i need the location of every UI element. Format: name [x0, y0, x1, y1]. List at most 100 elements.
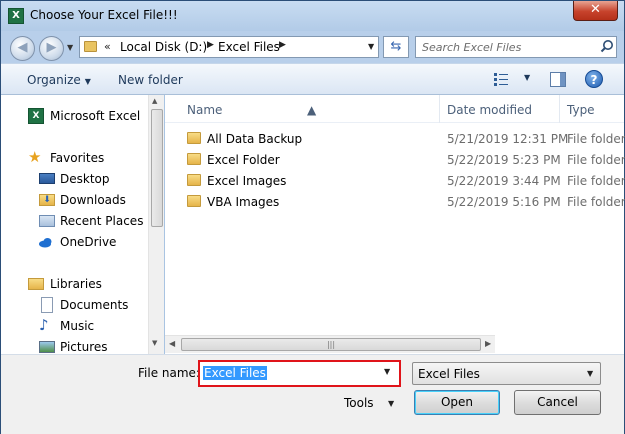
- folder-icon: [187, 174, 201, 186]
- help-icon[interactable]: ?: [585, 70, 603, 88]
- file-name-text-area: Excel Files: [203, 366, 377, 382]
- folder-icon: [187, 153, 201, 165]
- excel-app-icon: X: [8, 8, 24, 24]
- file-date: 5/22/2019 5:16 PM: [447, 195, 561, 209]
- file-name-input[interactable]: Excel Files ▼: [198, 360, 401, 387]
- file-type-value: Excel Files: [418, 367, 480, 381]
- navigation-pane: X Microsoft Excel ★ Favorites Desktop ⬇ …: [1, 95, 164, 354]
- nav-label: Downloads: [60, 193, 126, 207]
- column-header-type[interactable]: Type: [567, 103, 595, 117]
- new-folder-button[interactable]: New folder: [118, 73, 183, 87]
- nav-item-documents[interactable]: Documents: [1, 295, 149, 315]
- scroll-thumb[interactable]: [151, 109, 163, 227]
- desktop-icon: [39, 173, 55, 184]
- nav-item-downloads[interactable]: ⬇ Downloads: [1, 190, 149, 210]
- nav-vertical-scrollbar[interactable]: ▲ ▼: [148, 95, 164, 354]
- back-button[interactable]: ◀: [10, 36, 35, 61]
- overflow-chevron[interactable]: «: [104, 40, 111, 53]
- file-name-value[interactable]: Excel Files: [203, 366, 267, 380]
- file-name: All Data Backup: [207, 132, 303, 146]
- chevron-down-icon[interactable]: ▼: [384, 367, 390, 376]
- search-input[interactable]: [422, 39, 592, 55]
- pictures-icon: [39, 341, 55, 353]
- file-type: File folder: [567, 195, 625, 209]
- close-button[interactable]: ✕: [573, 1, 618, 21]
- file-dialog-window: X Choose Your Excel File!!! ✕ ◀ ▶ ▼ « Lo…: [0, 0, 625, 434]
- breadcrumb-local-disk[interactable]: Local Disk (D:): [120, 40, 207, 54]
- file-date: 5/22/2019 5:23 PM: [447, 153, 561, 167]
- scroll-down-icon[interactable]: ▼: [152, 339, 157, 347]
- file-row-all-data-backup[interactable]: All Data Backup 5/21/2019 12:31 PM File …: [165, 128, 625, 149]
- refresh-button[interactable]: ⇆: [383, 36, 409, 58]
- file-row-excel-folder[interactable]: Excel Folder 5/22/2019 5:23 PM File fold…: [165, 149, 625, 170]
- navigation-bar: ◀ ▶ ▼ « Local Disk (D:) ▶ Excel Files ▶ …: [1, 31, 624, 63]
- folder-icon: [84, 41, 97, 52]
- address-dropdown-icon[interactable]: ▼: [368, 42, 374, 51]
- change-view-icon[interactable]: [494, 72, 508, 86]
- breadcrumb-separator-icon[interactable]: ▶: [279, 40, 286, 50]
- breadcrumb-excel-files[interactable]: Excel Files: [218, 40, 280, 54]
- excel-icon: X: [28, 108, 44, 124]
- nav-item-favorites[interactable]: ★ Favorites: [1, 148, 149, 168]
- cancel-button[interactable]: Cancel: [514, 390, 601, 415]
- file-list-pane: ▲ Name Date modified Type All Data Backu…: [165, 95, 625, 354]
- nav-label: Recent Places: [60, 214, 144, 228]
- downloads-icon: ⬇: [39, 194, 55, 206]
- nav-label: Pictures: [60, 340, 108, 354]
- file-name: Excel Images: [207, 174, 287, 188]
- view-options-dropdown-icon[interactable]: ▼: [524, 73, 530, 82]
- documents-icon: [41, 297, 53, 313]
- nav-item-onedrive[interactable]: OneDrive: [1, 232, 149, 252]
- file-name-label: File name:: [138, 366, 200, 380]
- open-button[interactable]: Open: [414, 390, 500, 415]
- search-icon[interactable]: [598, 38, 616, 56]
- nav-item-desktop[interactable]: Desktop: [1, 169, 149, 189]
- file-row-excel-images[interactable]: Excel Images 5/22/2019 3:44 PM File fold…: [165, 170, 625, 191]
- recent-locations-dropdown-icon[interactable]: ▼: [67, 44, 75, 52]
- folder-icon: [187, 132, 201, 144]
- column-header-name[interactable]: Name: [187, 103, 222, 117]
- scroll-right-icon[interactable]: ▶: [485, 339, 491, 348]
- forward-button[interactable]: ▶: [39, 36, 64, 61]
- column-divider[interactable]: [559, 95, 560, 123]
- search-box[interactable]: [415, 36, 617, 58]
- nav-label: Microsoft Excel: [50, 109, 141, 123]
- organize-menu[interactable]: Organize ▼: [27, 73, 91, 87]
- nav-item-music[interactable]: ♪ Music: [1, 316, 149, 336]
- window-title: Choose Your Excel File!!!: [30, 8, 178, 22]
- file-row-vba-images[interactable]: VBA Images 5/22/2019 5:16 PM File folder: [165, 191, 625, 212]
- nav-label: Music: [60, 319, 95, 333]
- chevron-down-icon: ▼: [84, 77, 91, 86]
- nav-item-recent-places[interactable]: Recent Places: [1, 211, 149, 231]
- chevron-down-icon[interactable]: ▼: [388, 399, 394, 408]
- breadcrumb-separator-icon[interactable]: ▶: [207, 40, 214, 50]
- dialog-footer: File name: Excel Files ▼ Excel Files ▼ T…: [1, 354, 624, 434]
- address-bar[interactable]: « Local Disk (D:) ▶ Excel Files ▶ ▼: [79, 36, 379, 58]
- column-header-row: ▲ Name Date modified Type: [165, 95, 624, 123]
- file-type: File folder: [567, 132, 625, 146]
- command-toolbar: Organize ▼ New folder ▼ ?: [1, 63, 624, 95]
- scroll-left-icon[interactable]: ◀: [169, 339, 175, 348]
- file-type: File folder: [567, 153, 625, 167]
- nav-item-microsoft-excel[interactable]: X Microsoft Excel: [1, 106, 149, 126]
- organize-label: Organize: [27, 73, 81, 87]
- file-list-horizontal-scrollbar[interactable]: ◀ ||| ▶: [165, 335, 495, 353]
- nav-item-libraries[interactable]: Libraries: [1, 274, 149, 294]
- file-name: Excel Folder: [207, 153, 280, 167]
- recent-places-icon: [39, 215, 55, 227]
- nav-label: OneDrive: [60, 235, 117, 249]
- star-icon: ★: [28, 148, 42, 166]
- column-divider[interactable]: [439, 95, 440, 123]
- nav-label: Libraries: [50, 277, 102, 291]
- nav-label: Favorites: [50, 151, 105, 165]
- title-bar[interactable]: X Choose Your Excel File!!! ✕: [1, 1, 624, 31]
- chevron-down-icon[interactable]: ▼: [587, 369, 593, 378]
- scroll-up-icon[interactable]: ▲: [152, 97, 157, 105]
- file-type-select[interactable]: Excel Files ▼: [412, 362, 601, 385]
- scroll-thumb[interactable]: |||: [181, 338, 481, 351]
- column-header-date[interactable]: Date modified: [447, 103, 532, 117]
- libraries-icon: [28, 278, 44, 290]
- file-name: VBA Images: [207, 195, 280, 209]
- preview-pane-icon[interactable]: [550, 72, 566, 87]
- tools-menu[interactable]: Tools: [344, 396, 374, 410]
